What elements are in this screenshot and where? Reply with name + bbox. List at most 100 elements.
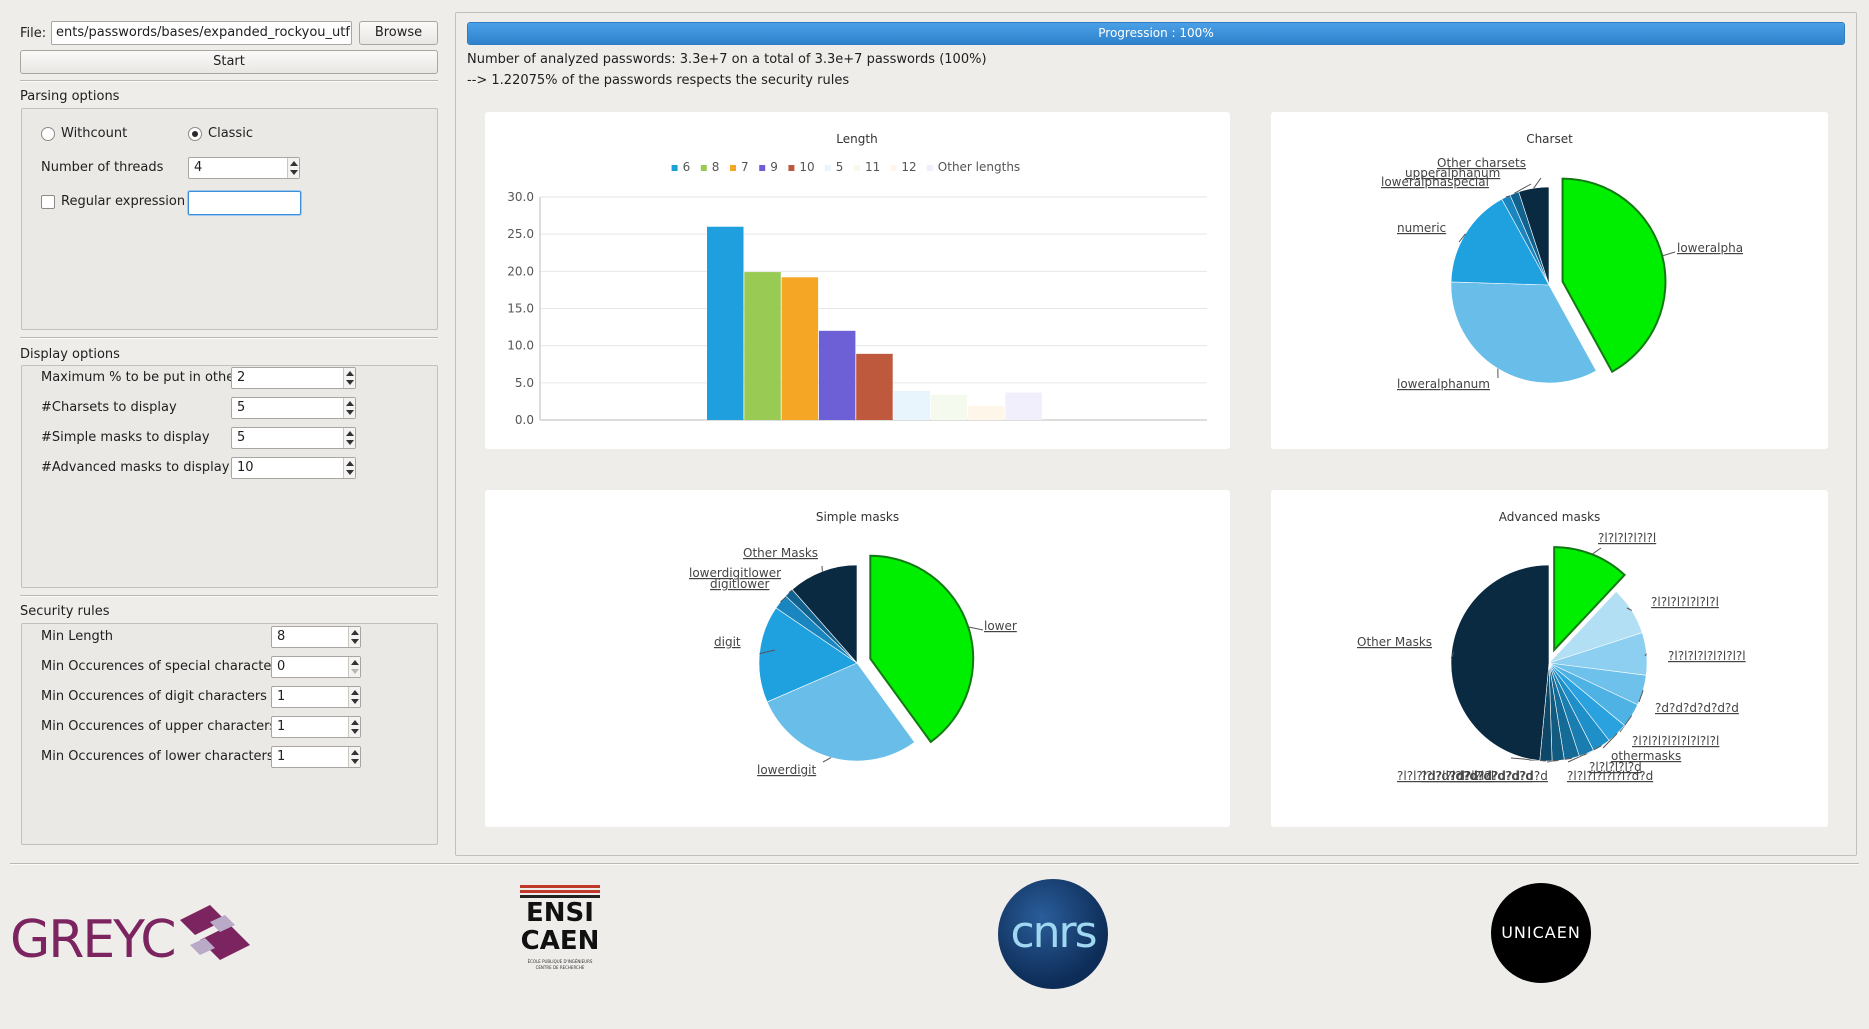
slice-label-d-d-d-d-d-d: ?d?d?d?d?d?d [1655,701,1739,715]
spin-arrows[interactable] [343,398,355,418]
bar-12 [968,405,1005,420]
spin-arrows[interactable] [348,717,360,737]
security-rule-label: Min Occurences of upper characters [41,719,277,734]
security-rule-value: 1 [277,749,286,764]
slice-label-lowerdigit: lowerdigit [757,763,816,777]
bar-5 [893,391,930,420]
display-option-spinbox[interactable]: 5 [231,427,356,449]
display-option-spinbox[interactable]: 10 [231,457,356,479]
label-leader [968,626,984,631]
spin-down-icon[interactable] [351,669,359,674]
legend-swatch-11 [854,165,860,171]
display-option-label: #Advanced masks to display [41,460,230,475]
start-button[interactable]: Start [20,50,438,74]
legend-label-other-lengths: Other lengths [938,160,1020,174]
spin-up-icon[interactable] [351,630,359,635]
display-option-value: 2 [237,370,246,385]
security-rule-spinbox[interactable]: 1 [271,716,361,738]
legend-label-10: 10 [799,160,814,174]
display-option-value: 5 [237,430,246,445]
spin-up-icon[interactable] [346,371,354,376]
spin-up-icon[interactable] [351,660,359,665]
spin-down-icon[interactable] [351,729,359,734]
security-rule-label: Min Occurences of lower characters [41,749,274,764]
legend-swatch-7 [730,165,736,171]
slice-label-lower: lower [984,619,1017,633]
chart-title: Length [836,132,877,146]
display-option-label: Maximum % to be put in other [41,370,240,385]
length-chart-card: Length 6 8 7 9 10 5 11 12 Other lengths 0.0 5.0 10.0… [485,112,1230,449]
spin-up-icon[interactable] [351,750,359,755]
cnrs-logo-text: cnrs [1010,907,1097,958]
threads-spinbox[interactable]: 4 [188,157,300,179]
separator [20,595,438,597]
slice-label-l-l-l-l-l-l-l-l-l: ?l?l?l?l?l?l?l?l?l [1632,734,1719,748]
security-rule-spinbox[interactable]: 0 [271,656,361,678]
spin-arrows[interactable] [348,687,360,707]
spin-arrows[interactable] [348,747,360,767]
spin-up-icon[interactable] [346,431,354,436]
file-path-input[interactable]: ents/passwords/bases/expanded_rockyou_ut… [51,21,352,45]
separator [20,80,438,82]
length-bar-chart: Length 6 8 7 9 10 5 11 12 Other lengths 0.0 5.0 10.0… [507,132,1207,427]
spin-down-icon[interactable] [346,470,354,475]
file-label: File: [20,26,47,41]
withcount-radio[interactable] [41,127,55,141]
slice-label-l-l-l-l-l-l-d-d: ?l?l?l?l?l?l?d?d [1567,769,1653,783]
legend-label-9: 9 [770,160,778,174]
y-tick-label: 15.0 [507,302,534,316]
legend-label-12: 12 [901,160,916,174]
spin-down-icon[interactable] [346,380,354,385]
security-rules-title: Security rules [20,604,110,619]
spin-up-icon[interactable] [351,690,359,695]
spin-up-icon[interactable] [346,401,354,406]
spin-up-icon[interactable] [351,720,359,725]
display-option-spinbox[interactable]: 2 [231,367,356,389]
security-rule-spinbox[interactable]: 1 [271,686,361,708]
spin-arrows[interactable] [348,627,360,647]
legend-label-5: 5 [836,160,844,174]
security-rule-spinbox[interactable]: 8 [271,626,361,648]
regex-input[interactable] [188,191,301,215]
greyc-logo-text: GREYC [10,910,177,970]
spin-arrows[interactable] [343,428,355,448]
bar-8 [744,272,781,420]
classic-label[interactable]: Classic [208,126,253,142]
display-option-spinbox[interactable]: 5 [231,397,356,419]
spin-up-icon[interactable] [346,461,354,466]
regex-checkbox[interactable] [41,195,55,209]
greyc-logo: GREYC [10,900,250,970]
security-rule-value: 8 [277,629,286,644]
spin-down-icon[interactable] [351,699,359,704]
withcount-label[interactable]: Withcount [61,126,127,142]
security-rule-spinbox[interactable]: 1 [271,746,361,768]
legend-label-8: 8 [712,160,720,174]
slice-label-other-masks: Other Masks [1357,635,1432,649]
legend-label-11: 11 [865,160,880,174]
spin-down-icon[interactable] [351,759,359,764]
slice-label-l-l-l-l-l-l-l: ?l?l?l?l?l?l?l [1651,595,1719,609]
cnrs-logo: cnrs [998,879,1108,989]
classic-radio[interactable] [188,127,202,141]
bar-10 [856,353,893,420]
spin-arrows[interactable] [343,368,355,388]
charset-pie-chart: Charsetloweralphaloweralphanumnumericlow… [1381,132,1743,391]
spin-down-icon[interactable] [351,639,359,644]
slice-label-other-masks: Other Masks [743,546,818,560]
legend-swatch-8 [700,165,707,171]
spin-down-icon[interactable] [346,410,354,415]
spin-arrows[interactable] [348,657,360,677]
spin-arrows[interactable] [287,158,299,178]
browse-button[interactable]: Browse [359,21,438,45]
slice-other-masks [1450,564,1550,761]
display-option-value: 5 [237,400,246,415]
spin-down-icon[interactable] [346,440,354,445]
spin-down-icon[interactable] [290,170,298,175]
y-tick-label: 5.0 [515,376,534,390]
slice-label-digit: digit [714,635,741,649]
footer-separator [10,863,1859,865]
label-leader [1533,177,1542,189]
y-tick-label: 10.0 [507,339,534,353]
spin-up-icon[interactable] [290,161,298,166]
spin-arrows[interactable] [343,458,355,478]
